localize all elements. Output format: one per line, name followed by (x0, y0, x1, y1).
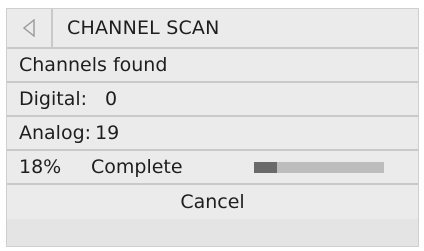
digital-row: Digital: 0 (7, 83, 418, 117)
progress-row: 18% Complete (7, 151, 418, 185)
analog-count: 19 (95, 122, 120, 144)
cancel-button[interactable]: Cancel (7, 185, 418, 219)
progress-status: Complete (91, 156, 183, 178)
channels-found-label: Channels found (19, 54, 168, 76)
digital-label: Digital: (19, 88, 88, 110)
analog-label: Analog: (19, 122, 92, 144)
progress-percent: 18% (19, 156, 62, 178)
back-triangle-icon (23, 19, 35, 37)
back-button[interactable] (7, 9, 53, 47)
page-title: CHANNEL SCAN (67, 17, 220, 39)
channel-scan-dialog: CHANNEL SCAN Channels found Digital: 0 A… (6, 8, 419, 247)
progress-bar (254, 161, 384, 173)
title-bar: CHANNEL SCAN (7, 9, 418, 49)
analog-row: Analog: 19 (7, 117, 418, 151)
cancel-label: Cancel (180, 191, 245, 213)
progress-bar-fill (254, 161, 278, 173)
digital-count: 0 (105, 88, 118, 110)
channels-found-row: Channels found (7, 49, 418, 83)
